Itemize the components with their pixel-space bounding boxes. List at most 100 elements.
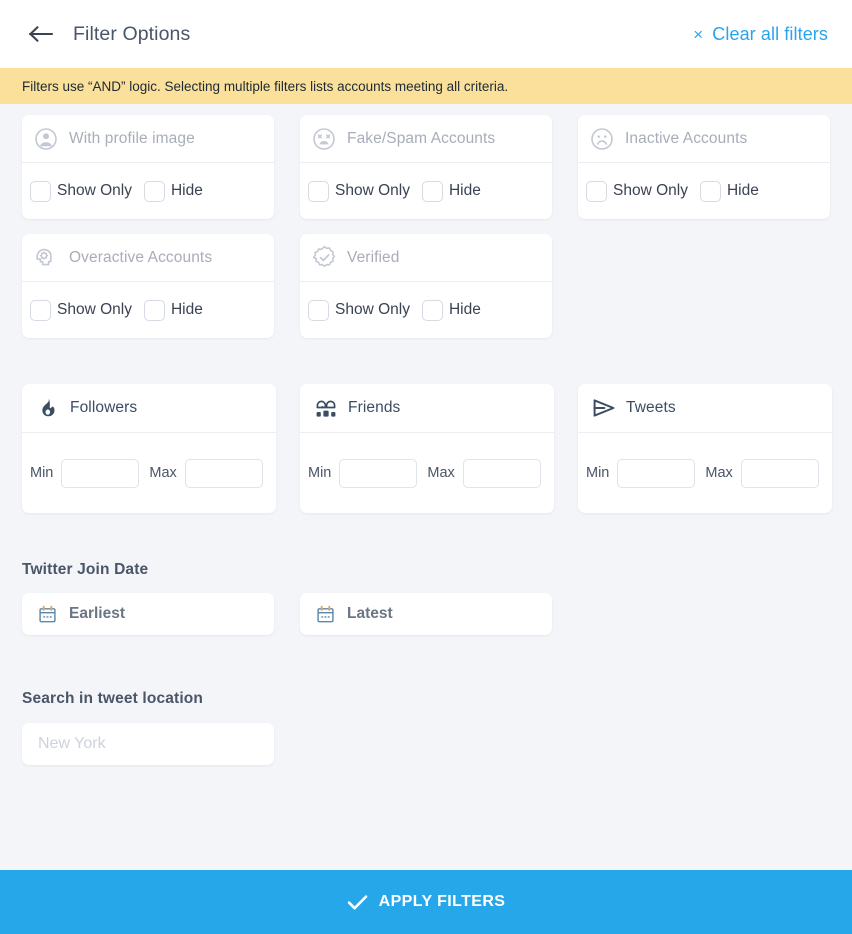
- hide-option[interactable]: Hide: [422, 181, 481, 202]
- tweets-max-input[interactable]: [741, 459, 819, 488]
- tweet-location-input[interactable]: [22, 723, 274, 765]
- tweets-min-input[interactable]: [617, 459, 695, 488]
- tweet-location-row: [0, 723, 852, 765]
- earliest-date-field[interactable]: Earliest: [22, 593, 274, 635]
- filter-card-with-profile-image: With profile image Show Only Hide: [22, 115, 274, 219]
- hide-label: Hide: [171, 182, 203, 200]
- show-only-option[interactable]: Show Only: [30, 300, 132, 321]
- filter-card-inactive-accounts: Inactive Accounts Show Only Hide: [578, 115, 830, 219]
- hide-checkbox[interactable]: [422, 181, 443, 202]
- latest-date-field[interactable]: Latest: [300, 593, 552, 635]
- user-circle-icon: [33, 126, 59, 152]
- earliest-date-label: Earliest: [69, 605, 125, 623]
- show-only-label: Show Only: [57, 182, 132, 200]
- hide-label: Hide: [449, 301, 481, 319]
- info-banner: Filters use “AND” logic. Selecting multi…: [0, 68, 852, 104]
- page-header: Filter Options × Clear all filters: [0, 0, 852, 68]
- show-only-label: Show Only: [613, 182, 688, 200]
- tweet-location-section-title: Search in tweet location: [0, 690, 852, 708]
- hide-checkbox[interactable]: [700, 181, 721, 202]
- filter-card-fake-spam-accounts: Fake/Spam Accounts Show Only Hide: [300, 115, 552, 219]
- dizzy-face-icon: [311, 126, 337, 152]
- show-only-option[interactable]: Show Only: [308, 181, 410, 202]
- latest-date-label: Latest: [347, 605, 393, 623]
- hide-label: Hide: [449, 182, 481, 200]
- close-icon: ×: [693, 26, 703, 43]
- show-only-checkbox[interactable]: [30, 181, 51, 202]
- flame-icon: [34, 395, 61, 422]
- min-label: Min: [30, 465, 53, 481]
- arrow-left-icon[interactable]: [26, 19, 56, 49]
- max-group: Max: [149, 459, 262, 488]
- filter-card-header: Inactive Accounts: [578, 115, 830, 163]
- filter-card-label: Fake/Spam Accounts: [347, 130, 495, 148]
- toggle-filters-row-2: Overactive Accounts Show Only Hide: [0, 234, 852, 338]
- hide-option[interactable]: Hide: [144, 300, 203, 321]
- hide-label: Hide: [727, 182, 759, 200]
- join-date-row: Earliest Latest: [0, 593, 852, 635]
- range-card-label: Tweets: [626, 399, 676, 417]
- max-group: Max: [427, 459, 540, 488]
- max-label: Max: [149, 465, 176, 481]
- followers-min-input[interactable]: [61, 459, 139, 488]
- friends-min-input[interactable]: [339, 459, 417, 488]
- filter-card-label: Inactive Accounts: [625, 130, 747, 148]
- page-title: Filter Options: [73, 23, 190, 46]
- filter-card-options: Show Only Hide: [22, 163, 274, 219]
- calendar-icon: [316, 604, 336, 624]
- join-date-section-title: Twitter Join Date: [0, 561, 852, 579]
- hide-option[interactable]: Hide: [422, 300, 481, 321]
- min-label: Min: [586, 465, 609, 481]
- filter-card-label: Overactive Accounts: [69, 249, 212, 267]
- show-only-checkbox[interactable]: [308, 300, 329, 321]
- range-card-inputs: Min Max: [300, 433, 554, 513]
- filter-card-header: Overactive Accounts: [22, 234, 274, 282]
- frowning-face-icon: [589, 126, 615, 152]
- range-card-tweets: Tweets Min Max: [578, 384, 832, 513]
- hide-option[interactable]: Hide: [144, 181, 203, 202]
- show-only-checkbox[interactable]: [586, 181, 607, 202]
- apply-filters-button[interactable]: APPLY FILTERS: [0, 870, 852, 934]
- filter-card-verified: Verified Show Only Hide: [300, 234, 552, 338]
- show-only-label: Show Only: [335, 182, 410, 200]
- min-group: Min: [308, 459, 417, 488]
- hide-option[interactable]: Hide: [700, 181, 759, 202]
- show-only-checkbox[interactable]: [308, 181, 329, 202]
- people-group-icon: [312, 395, 339, 422]
- range-card-inputs: Min Max: [578, 433, 832, 513]
- range-card-inputs: Min Max: [22, 433, 276, 513]
- filter-card-label: With profile image: [69, 130, 195, 148]
- info-banner-text: Filters use “AND” logic. Selecting multi…: [22, 79, 508, 94]
- filter-card-options: Show Only Hide: [578, 163, 830, 219]
- paper-plane-icon: [590, 395, 617, 422]
- range-card-friends: Friends Min Max: [300, 384, 554, 513]
- min-group: Min: [30, 459, 139, 488]
- filter-options-page: Filter Options × Clear all filters Filte…: [0, 0, 852, 934]
- filter-card-options: Show Only Hide: [300, 282, 552, 338]
- range-card-header: Followers: [22, 384, 276, 433]
- show-only-option[interactable]: Show Only: [308, 300, 410, 321]
- filter-card-header: Fake/Spam Accounts: [300, 115, 552, 163]
- min-group: Min: [586, 459, 695, 488]
- hide-label: Hide: [171, 301, 203, 319]
- range-filters-row: Followers Min Max: [0, 384, 852, 513]
- filter-card-options: Show Only Hide: [300, 163, 552, 219]
- friends-max-input[interactable]: [463, 459, 541, 488]
- range-card-header: Friends: [300, 384, 554, 433]
- range-card-header: Tweets: [578, 384, 832, 433]
- show-only-label: Show Only: [335, 301, 410, 319]
- show-only-checkbox[interactable]: [30, 300, 51, 321]
- toggle-filters-row-1: With profile image Show Only Hide: [0, 115, 852, 219]
- hide-checkbox[interactable]: [144, 181, 165, 202]
- range-card-label: Followers: [70, 399, 137, 417]
- clear-all-filters-button[interactable]: × Clear all filters: [693, 24, 828, 45]
- hide-checkbox[interactable]: [422, 300, 443, 321]
- followers-max-input[interactable]: [185, 459, 263, 488]
- show-only-option[interactable]: Show Only: [30, 181, 132, 202]
- filter-card-label: Verified: [347, 249, 400, 267]
- show-only-option[interactable]: Show Only: [586, 181, 688, 202]
- filters-content: With profile image Show Only Hide: [0, 115, 852, 765]
- hide-checkbox[interactable]: [144, 300, 165, 321]
- range-card-followers: Followers Min Max: [22, 384, 276, 513]
- filter-card-overactive-accounts: Overactive Accounts Show Only Hide: [22, 234, 274, 338]
